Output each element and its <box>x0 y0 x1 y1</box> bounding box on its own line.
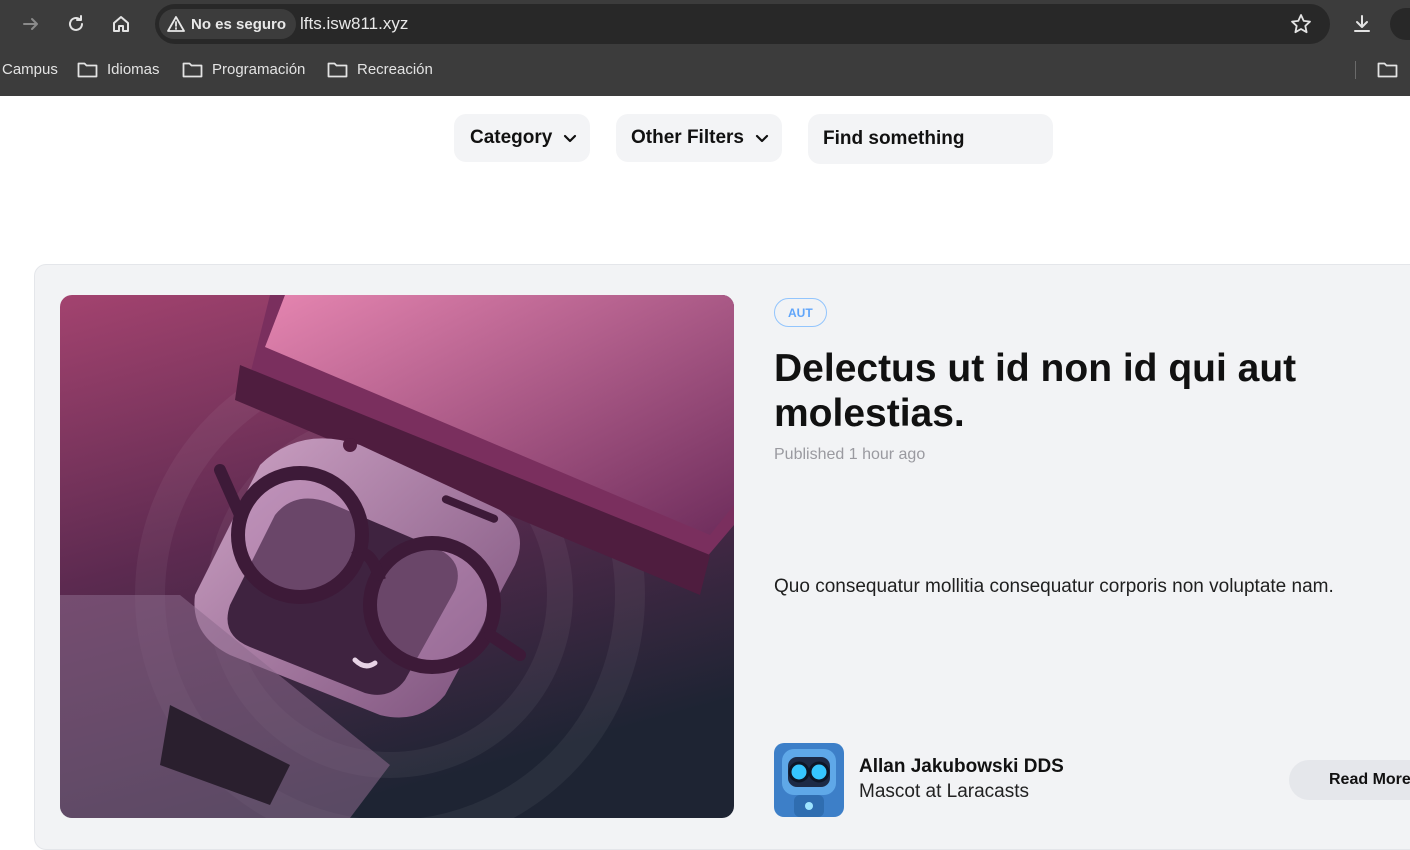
category-badge[interactable]: AUT <box>774 298 827 327</box>
search-field[interactable] <box>808 114 1053 164</box>
post-thumbnail-image <box>60 295 734 818</box>
other-filters-label: Other Filters <box>631 127 744 148</box>
search-input[interactable] <box>823 128 1043 150</box>
address-bar[interactable]: No es seguro lfts.isw811.xyz <box>155 4 1330 44</box>
bookmark-folder-overflow[interactable] <box>1377 61 1398 78</box>
folder-icon <box>77 62 98 78</box>
browser-toolbar: No es seguro lfts.isw811.xyz <box>0 0 1410 48</box>
author-name[interactable]: Allan Jakubowski DDS <box>859 756 1064 778</box>
post-title[interactable]: Delectus ut id non id qui aut molestias. <box>774 346 1334 436</box>
bookmark-folder-idiomas[interactable]: Idiomas <box>77 61 160 78</box>
category-dropdown[interactable]: Category <box>454 114 590 162</box>
bookmark-folder-recreacion[interactable]: Recreación <box>327 61 433 78</box>
reload-icon[interactable] <box>60 8 92 40</box>
folder-icon <box>182 62 203 78</box>
author-role: Mascot at Laracasts <box>859 781 1030 802</box>
home-icon[interactable] <box>105 8 137 40</box>
forward-icon[interactable] <box>15 8 47 40</box>
chevron-down-icon <box>754 130 770 146</box>
bookmarks-bar: Campus Idiomas Programación Recreación <box>0 48 1410 94</box>
url-text[interactable]: lfts.isw811.xyz <box>300 14 408 34</box>
read-more-button[interactable]: Read More <box>1289 760 1410 800</box>
bookmark-star-icon[interactable] <box>1290 13 1312 40</box>
download-icon[interactable] <box>1346 8 1378 40</box>
category-label: Category <box>470 127 553 148</box>
folder-icon <box>1377 62 1398 78</box>
browser-chrome: No es seguro lfts.isw811.xyz Campus Idio… <box>0 0 1410 96</box>
bookmark-folder-programacion[interactable]: Programación <box>182 61 305 78</box>
security-indicator[interactable]: No es seguro <box>159 9 297 39</box>
author-avatar <box>774 743 844 817</box>
other-filters-dropdown[interactable]: Other Filters <box>616 114 782 162</box>
security-label: No es seguro <box>191 15 287 33</box>
warning-icon <box>167 16 185 32</box>
folder-icon <box>327 62 348 78</box>
chevron-down-icon <box>562 130 578 146</box>
extensions-icon[interactable] <box>1390 8 1410 40</box>
bookmark-campus[interactable]: Campus <box>2 61 58 78</box>
post-excerpt: Quo consequatur mollitia consequatur cor… <box>774 576 1334 597</box>
bookmarks-divider <box>1355 61 1356 79</box>
published-time: Published 1 hour ago <box>774 446 926 463</box>
